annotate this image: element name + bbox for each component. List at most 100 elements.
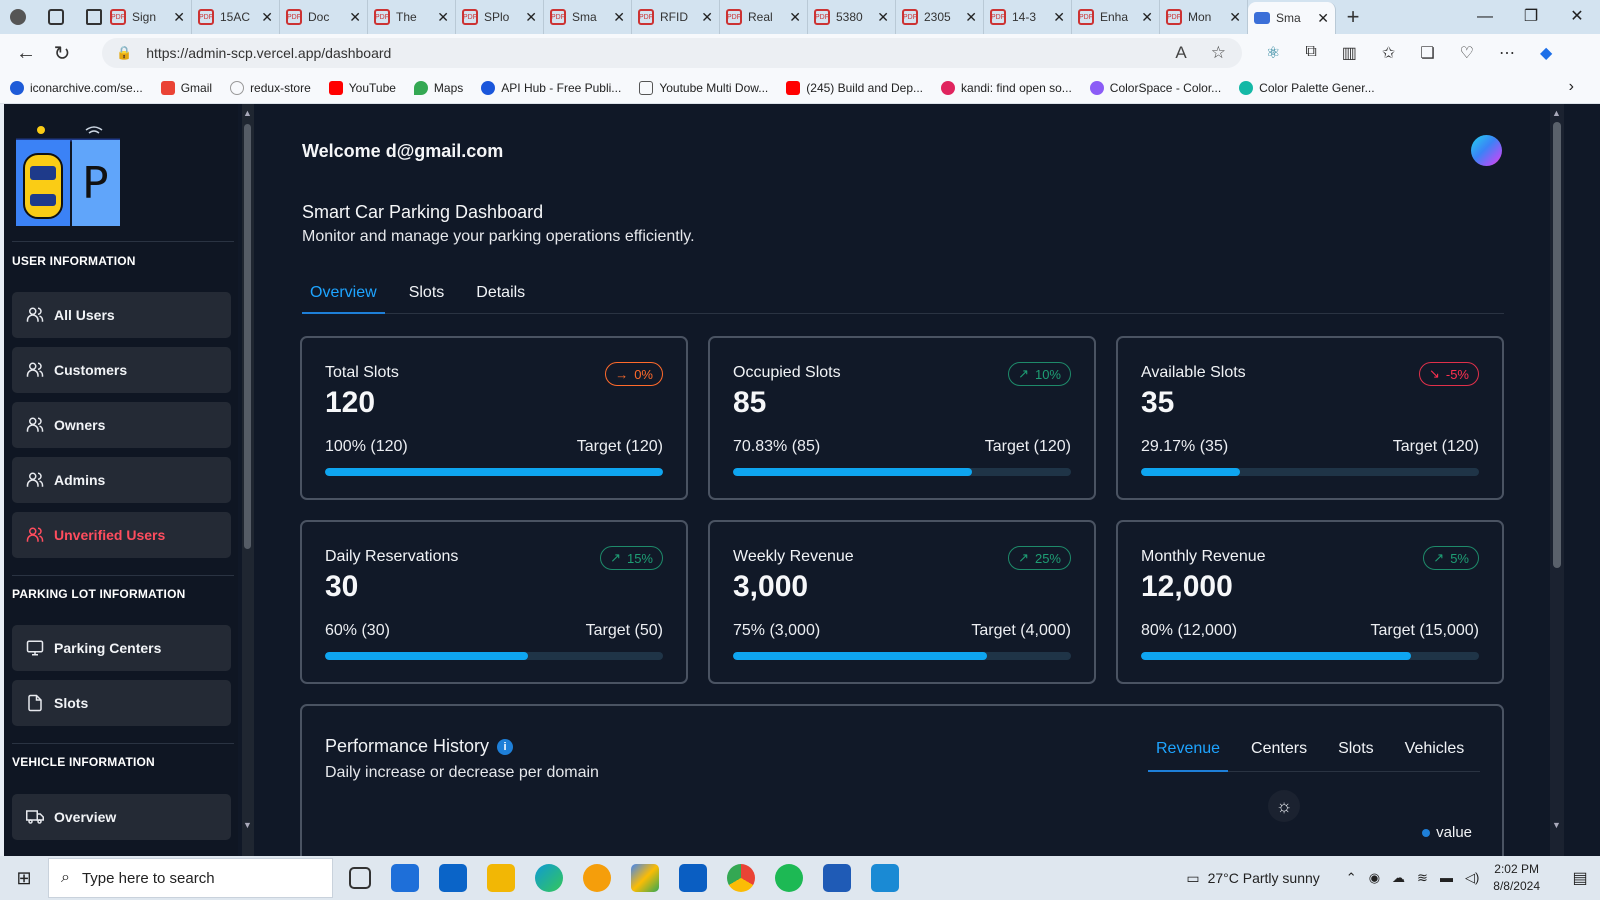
- edge-icon[interactable]: [535, 864, 563, 892]
- sidebar-item-all-users[interactable]: All Users: [12, 292, 231, 338]
- bookmark[interactable]: API Hub - Free Publi...: [481, 80, 621, 95]
- scroll-down-icon[interactable]: ▼: [243, 820, 252, 830]
- split-screen-icon[interactable]: ▥: [1342, 43, 1357, 63]
- bookmark[interactable]: Youtube Multi Dow...: [639, 80, 768, 95]
- gemini-icon[interactable]: [631, 864, 659, 892]
- copilot-icon[interactable]: ◆: [1540, 43, 1552, 63]
- theme-toggle-sun-icon[interactable]: ☼: [1268, 790, 1300, 822]
- browser-tab[interactable]: PDF 15AC ✕: [192, 0, 280, 34]
- chevron-right-icon[interactable]: ›: [1569, 78, 1574, 96]
- close-tab-icon[interactable]: ✕: [349, 9, 361, 26]
- close-tab-icon[interactable]: ✕: [261, 9, 273, 26]
- favorites-icon[interactable]: ✩: [1382, 43, 1395, 63]
- mail-icon[interactable]: [439, 864, 467, 892]
- collections-icon[interactable]: ❏: [1420, 43, 1434, 63]
- tab-slots[interactable]: Slots: [401, 278, 453, 314]
- workspaces-icon[interactable]: [48, 9, 64, 25]
- chrome-icon[interactable]: [727, 864, 755, 892]
- sidebar-scrollbar[interactable]: ▲ ▼: [242, 104, 254, 856]
- page-scrollbar-thumb[interactable]: [1553, 122, 1561, 568]
- close-tab-icon[interactable]: ✕: [1229, 9, 1241, 26]
- camera-icon[interactable]: ◉: [1369, 870, 1380, 886]
- more-menu-icon[interactable]: ⋯: [1499, 43, 1515, 63]
- browser-tab[interactable]: PDF Real ✕: [720, 0, 808, 34]
- bookmark[interactable]: (245) Build and Dep...: [786, 80, 923, 95]
- sidebar-item-slots[interactable]: Slots: [12, 680, 231, 726]
- close-tab-icon[interactable]: ✕: [437, 9, 449, 26]
- bookmark[interactable]: ColorSpace - Color...: [1089, 80, 1221, 95]
- tab-actions-icon[interactable]: [86, 9, 102, 25]
- close-tab-icon[interactable]: ✕: [1053, 9, 1065, 26]
- performance-icon[interactable]: ♡: [1460, 43, 1474, 63]
- volume-icon[interactable]: ◁): [1465, 870, 1479, 886]
- browser-tab-active[interactable]: Sma ✕: [1248, 2, 1336, 34]
- taskbar-search-input[interactable]: ⌕ Type here to search: [48, 858, 333, 898]
- extensions-icon[interactable]: ⧉: [1305, 43, 1316, 63]
- weather-widget[interactable]: ▭ 27°C Partly sunny: [1186, 870, 1319, 887]
- page-scrollbar[interactable]: ▲ ▼: [1550, 104, 1564, 856]
- cloud-icon[interactable]: ☁: [1392, 870, 1405, 886]
- sidebar-item-customers[interactable]: Customers: [12, 347, 231, 393]
- bookmark[interactable]: kandi: find open so...: [941, 80, 1072, 95]
- bookmark[interactable]: iconarchive.com/se...: [10, 80, 143, 95]
- close-tab-icon[interactable]: ✕: [701, 9, 713, 26]
- close-tab-icon[interactable]: ✕: [173, 9, 185, 26]
- bookmark[interactable]: YouTube: [328, 80, 396, 95]
- profile-icon[interactable]: [10, 9, 26, 25]
- close-tab-icon[interactable]: ✕: [877, 9, 889, 26]
- scroll-up-icon[interactable]: ▲: [243, 108, 252, 118]
- close-tab-icon[interactable]: ✕: [613, 9, 625, 26]
- browser-tab[interactable]: PDF Doc ✕: [280, 0, 368, 34]
- new-tab-button[interactable]: +: [1336, 4, 1370, 30]
- bookmark[interactable]: Maps: [413, 80, 463, 95]
- lock-icon[interactable]: 🔒: [116, 45, 132, 61]
- close-tab-icon[interactable]: ✕: [965, 9, 977, 26]
- browser-tab[interactable]: PDF RFID ✕: [632, 0, 720, 34]
- tab-slots[interactable]: Slots: [1330, 734, 1382, 772]
- sidebar-item-admins[interactable]: Admins: [12, 457, 231, 503]
- tab-overview[interactable]: Overview: [302, 278, 385, 314]
- browser-tab[interactable]: PDF The ✕: [368, 0, 456, 34]
- sidebar-item-parking-centers[interactable]: Parking Centers: [12, 625, 231, 671]
- scroll-down-icon[interactable]: ▼: [1552, 820, 1561, 830]
- scroll-up-icon[interactable]: ▲: [1552, 108, 1561, 118]
- tab-revenue[interactable]: Revenue: [1148, 734, 1229, 772]
- url-field[interactable]: 🔒 https://admin-scp.vercel.app/dashboard…: [102, 38, 1242, 68]
- close-window-icon[interactable]: ✕: [1554, 0, 1600, 34]
- favorite-star-icon[interactable]: ☆: [1211, 43, 1226, 63]
- sidebar-scrollbar-thumb[interactable]: [244, 124, 251, 549]
- tab-vehicles[interactable]: Vehicles: [1397, 734, 1473, 772]
- avatar[interactable]: [1471, 135, 1502, 166]
- info-icon[interactable]: i: [497, 738, 514, 755]
- vscode-icon[interactable]: [871, 864, 899, 892]
- spotify-icon[interactable]: [775, 864, 803, 892]
- sidebar-item-unverified-users[interactable]: Unverified Users: [12, 512, 231, 558]
- close-tab-icon[interactable]: ✕: [1317, 10, 1329, 27]
- bookmark[interactable]: Gmail: [160, 80, 212, 95]
- battery-icon[interactable]: ▬: [1440, 870, 1453, 886]
- tab-details[interactable]: Details: [468, 278, 533, 314]
- wifi-icon[interactable]: ≋: [1417, 870, 1428, 886]
- windows-start-icon[interactable]: ⊞: [0, 868, 48, 889]
- browser-tab[interactable]: PDF Sma ✕: [544, 0, 632, 34]
- file-explorer-icon[interactable]: [487, 864, 515, 892]
- browser-tab[interactable]: PDF Mon ✕: [1160, 0, 1248, 34]
- restore-icon[interactable]: ❐: [1508, 0, 1554, 34]
- tab-centers[interactable]: Centers: [1243, 734, 1315, 772]
- store-icon[interactable]: [391, 864, 419, 892]
- react-devtools-icon[interactable]: ⚛: [1266, 43, 1280, 63]
- taskbar-clock[interactable]: 2:02 PM 8/8/2024: [1493, 861, 1540, 895]
- task-view-icon[interactable]: [349, 867, 371, 889]
- back-icon[interactable]: ←: [8, 42, 44, 65]
- refresh-icon[interactable]: ↻: [44, 41, 80, 66]
- browser-tab[interactable]: PDF 14-3 ✕: [984, 0, 1072, 34]
- sidebar-item-owners[interactable]: Owners: [12, 402, 231, 448]
- browser-tab[interactable]: PDF Sign ✕: [104, 0, 192, 34]
- sidebar-item-vehicle-overview[interactable]: Overview: [12, 794, 231, 840]
- minimize-icon[interactable]: —: [1462, 0, 1508, 34]
- browser-tab[interactable]: PDF Enha ✕: [1072, 0, 1160, 34]
- close-tab-icon[interactable]: ✕: [1141, 9, 1153, 26]
- bookmark[interactable]: redux-store: [230, 80, 311, 95]
- word-icon[interactable]: [823, 864, 851, 892]
- outlook-icon[interactable]: [679, 864, 707, 892]
